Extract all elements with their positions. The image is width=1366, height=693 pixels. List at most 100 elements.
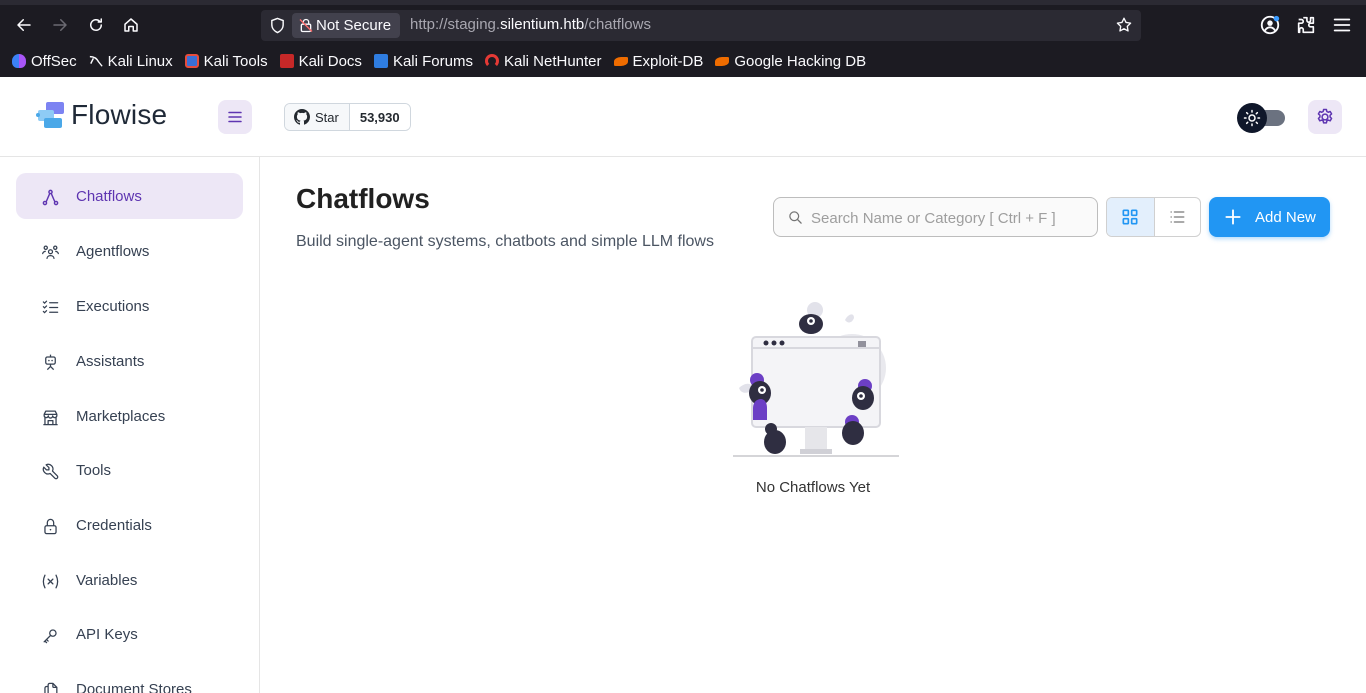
robot-icon (40, 352, 60, 372)
sidebar-item-marketplaces[interactable]: Marketplaces (16, 393, 243, 439)
add-new-label: Add New (1255, 208, 1316, 226)
empty-state-illustration (733, 302, 899, 457)
sidebar-item-variables[interactable]: Variables (16, 557, 243, 603)
sidebar-item-label: Marketplaces (76, 408, 166, 425)
sidebar-item-label: Executions (76, 298, 150, 315)
url-text[interactable]: http://staging.silentium.htb/chatflows (410, 16, 651, 33)
flowise-logo-icon (36, 102, 64, 128)
sidebar-item-label: Document Stores (76, 681, 192, 693)
tab-strip-edge (0, 0, 1366, 5)
bookmark-google-hacking-db[interactable]: Google Hacking DB (715, 53, 866, 70)
kali-docs-icon (279, 54, 294, 68)
sidebar-item-assistants[interactable]: Assistants (16, 338, 243, 384)
settings-button[interactable] (1308, 100, 1342, 134)
github-star-button[interactable]: Star (285, 104, 350, 130)
bookmark-label: Kali Docs (298, 52, 362, 70)
sidebar-item-label: API Keys (76, 626, 138, 643)
plus-icon (1225, 209, 1241, 225)
address-bar[interactable]: Not Secure http://staging.silentium.htb/… (261, 10, 1141, 41)
offsec-icon (12, 54, 26, 68)
app-header: Flowise Star 53,930 (0, 77, 1366, 157)
bookmark-label: Google Hacking DB (734, 52, 867, 70)
bookmark-offsec[interactable]: OffSec (12, 53, 77, 70)
flowise-logo[interactable]: Flowise (36, 99, 167, 131)
gear-icon (1317, 108, 1333, 124)
search-box[interactable] (773, 197, 1098, 237)
kali-forums-icon (373, 54, 388, 68)
layout-grid-icon (1122, 209, 1138, 225)
sidebar-item-tools[interactable]: Tools (16, 447, 243, 493)
sidebar-item-chatflows[interactable]: Chatflows (16, 173, 243, 219)
bookmark-label: Kali Forums (392, 52, 473, 70)
bookmark-kali-docs[interactable]: Kali Docs (279, 52, 362, 70)
url-domain: silentium.htb (500, 16, 585, 33)
bookmark-exploit-db[interactable]: Exploit-DB (613, 53, 703, 70)
toggle-knob (1237, 103, 1267, 133)
bookmark-label: Kali Tools (203, 52, 268, 70)
key-icon (40, 625, 60, 645)
kali-nethunter-icon (484, 54, 499, 68)
sidebar: Chatflows Agentflows Executions Assistan… (0, 157, 260, 693)
reload-icon (90, 18, 102, 31)
users-group-icon (40, 242, 60, 262)
forward-button[interactable] (47, 12, 73, 38)
page-subtitle: Build single-agent systems, chatbots and… (296, 233, 714, 250)
sidebar-item-document-stores[interactable]: Document Stores (16, 666, 243, 693)
search-icon (789, 211, 802, 224)
bookmark-kali-nethunter[interactable]: Kali NetHunter (484, 53, 602, 70)
sidebar-item-label: Assistants (76, 353, 145, 370)
arrow-right-icon (53, 19, 67, 31)
files-icon (40, 680, 60, 693)
card-view-button[interactable] (1107, 198, 1154, 236)
extensions-icon[interactable] (1295, 14, 1317, 36)
reload-button[interactable] (83, 12, 109, 38)
sun-icon (1243, 109, 1261, 127)
sidebar-item-label: Chatflows (76, 188, 142, 205)
account-icon[interactable] (1259, 14, 1281, 36)
not-secure-badge[interactable]: Not Secure (292, 13, 401, 38)
hierarchy-icon (40, 187, 60, 207)
list-icon (1170, 211, 1185, 223)
sidebar-item-executions[interactable]: Executions (16, 283, 243, 329)
home-icon (124, 18, 138, 32)
bookmark-label: OffSec (31, 52, 77, 70)
sidebar-toggle-button[interactable] (218, 100, 252, 134)
page-title: Chatflows (296, 183, 430, 214)
browser-chrome: Not Secure http://staging.silentium.htb/… (0, 0, 1366, 77)
dark-mode-toggle[interactable] (1237, 103, 1287, 133)
kali-tools-icon (184, 54, 199, 68)
insecure-lock-icon (299, 18, 313, 33)
back-button[interactable] (11, 12, 37, 38)
home-button[interactable] (118, 12, 144, 38)
list-check-icon (40, 297, 60, 317)
sidebar-item-api-keys[interactable]: API Keys (16, 611, 243, 657)
sidebar-item-credentials[interactable]: Credentials (16, 502, 243, 548)
github-star-widget[interactable]: Star 53,930 (284, 103, 411, 131)
empty-state-message: No Chatflows Yet (755, 479, 871, 496)
tool-icon (40, 461, 60, 481)
arrow-left-icon (17, 19, 31, 31)
building-store-icon (40, 407, 60, 427)
bookmark-kali-linux[interactable]: Kali Linux (89, 53, 173, 70)
bookmark-star-icon[interactable] (1115, 16, 1133, 34)
github-icon (294, 109, 310, 125)
kali-dragon-icon (89, 54, 103, 68)
bookmarks-toolbar: OffSec Kali Linux Kali Tools Kali Docs K… (0, 48, 866, 74)
main-content: Chatflows Build single-agent systems, ch… (261, 157, 1366, 693)
view-toggle-group (1106, 197, 1201, 237)
url-path: /chatflows (584, 16, 651, 33)
shield-icon[interactable] (269, 17, 286, 34)
exploit-db-icon (613, 56, 628, 66)
sidebar-item-label: Agentflows (76, 243, 150, 260)
sidebar-item-label: Credentials (76, 517, 152, 534)
hamburger-menu-icon[interactable] (1331, 14, 1353, 36)
github-star-count[interactable]: 53,930 (349, 104, 410, 130)
search-input[interactable] (811, 207, 1091, 229)
bookmark-kali-forums[interactable]: Kali Forums (373, 52, 473, 70)
sidebar-item-agentflows[interactable]: Agentflows (16, 228, 243, 274)
bookmark-kali-tools[interactable]: Kali Tools (184, 52, 268, 70)
lock-icon (40, 516, 60, 536)
list-view-button[interactable] (1153, 198, 1201, 236)
add-new-button[interactable]: Add New (1209, 197, 1330, 237)
bookmark-label: Kali Linux (107, 52, 173, 70)
